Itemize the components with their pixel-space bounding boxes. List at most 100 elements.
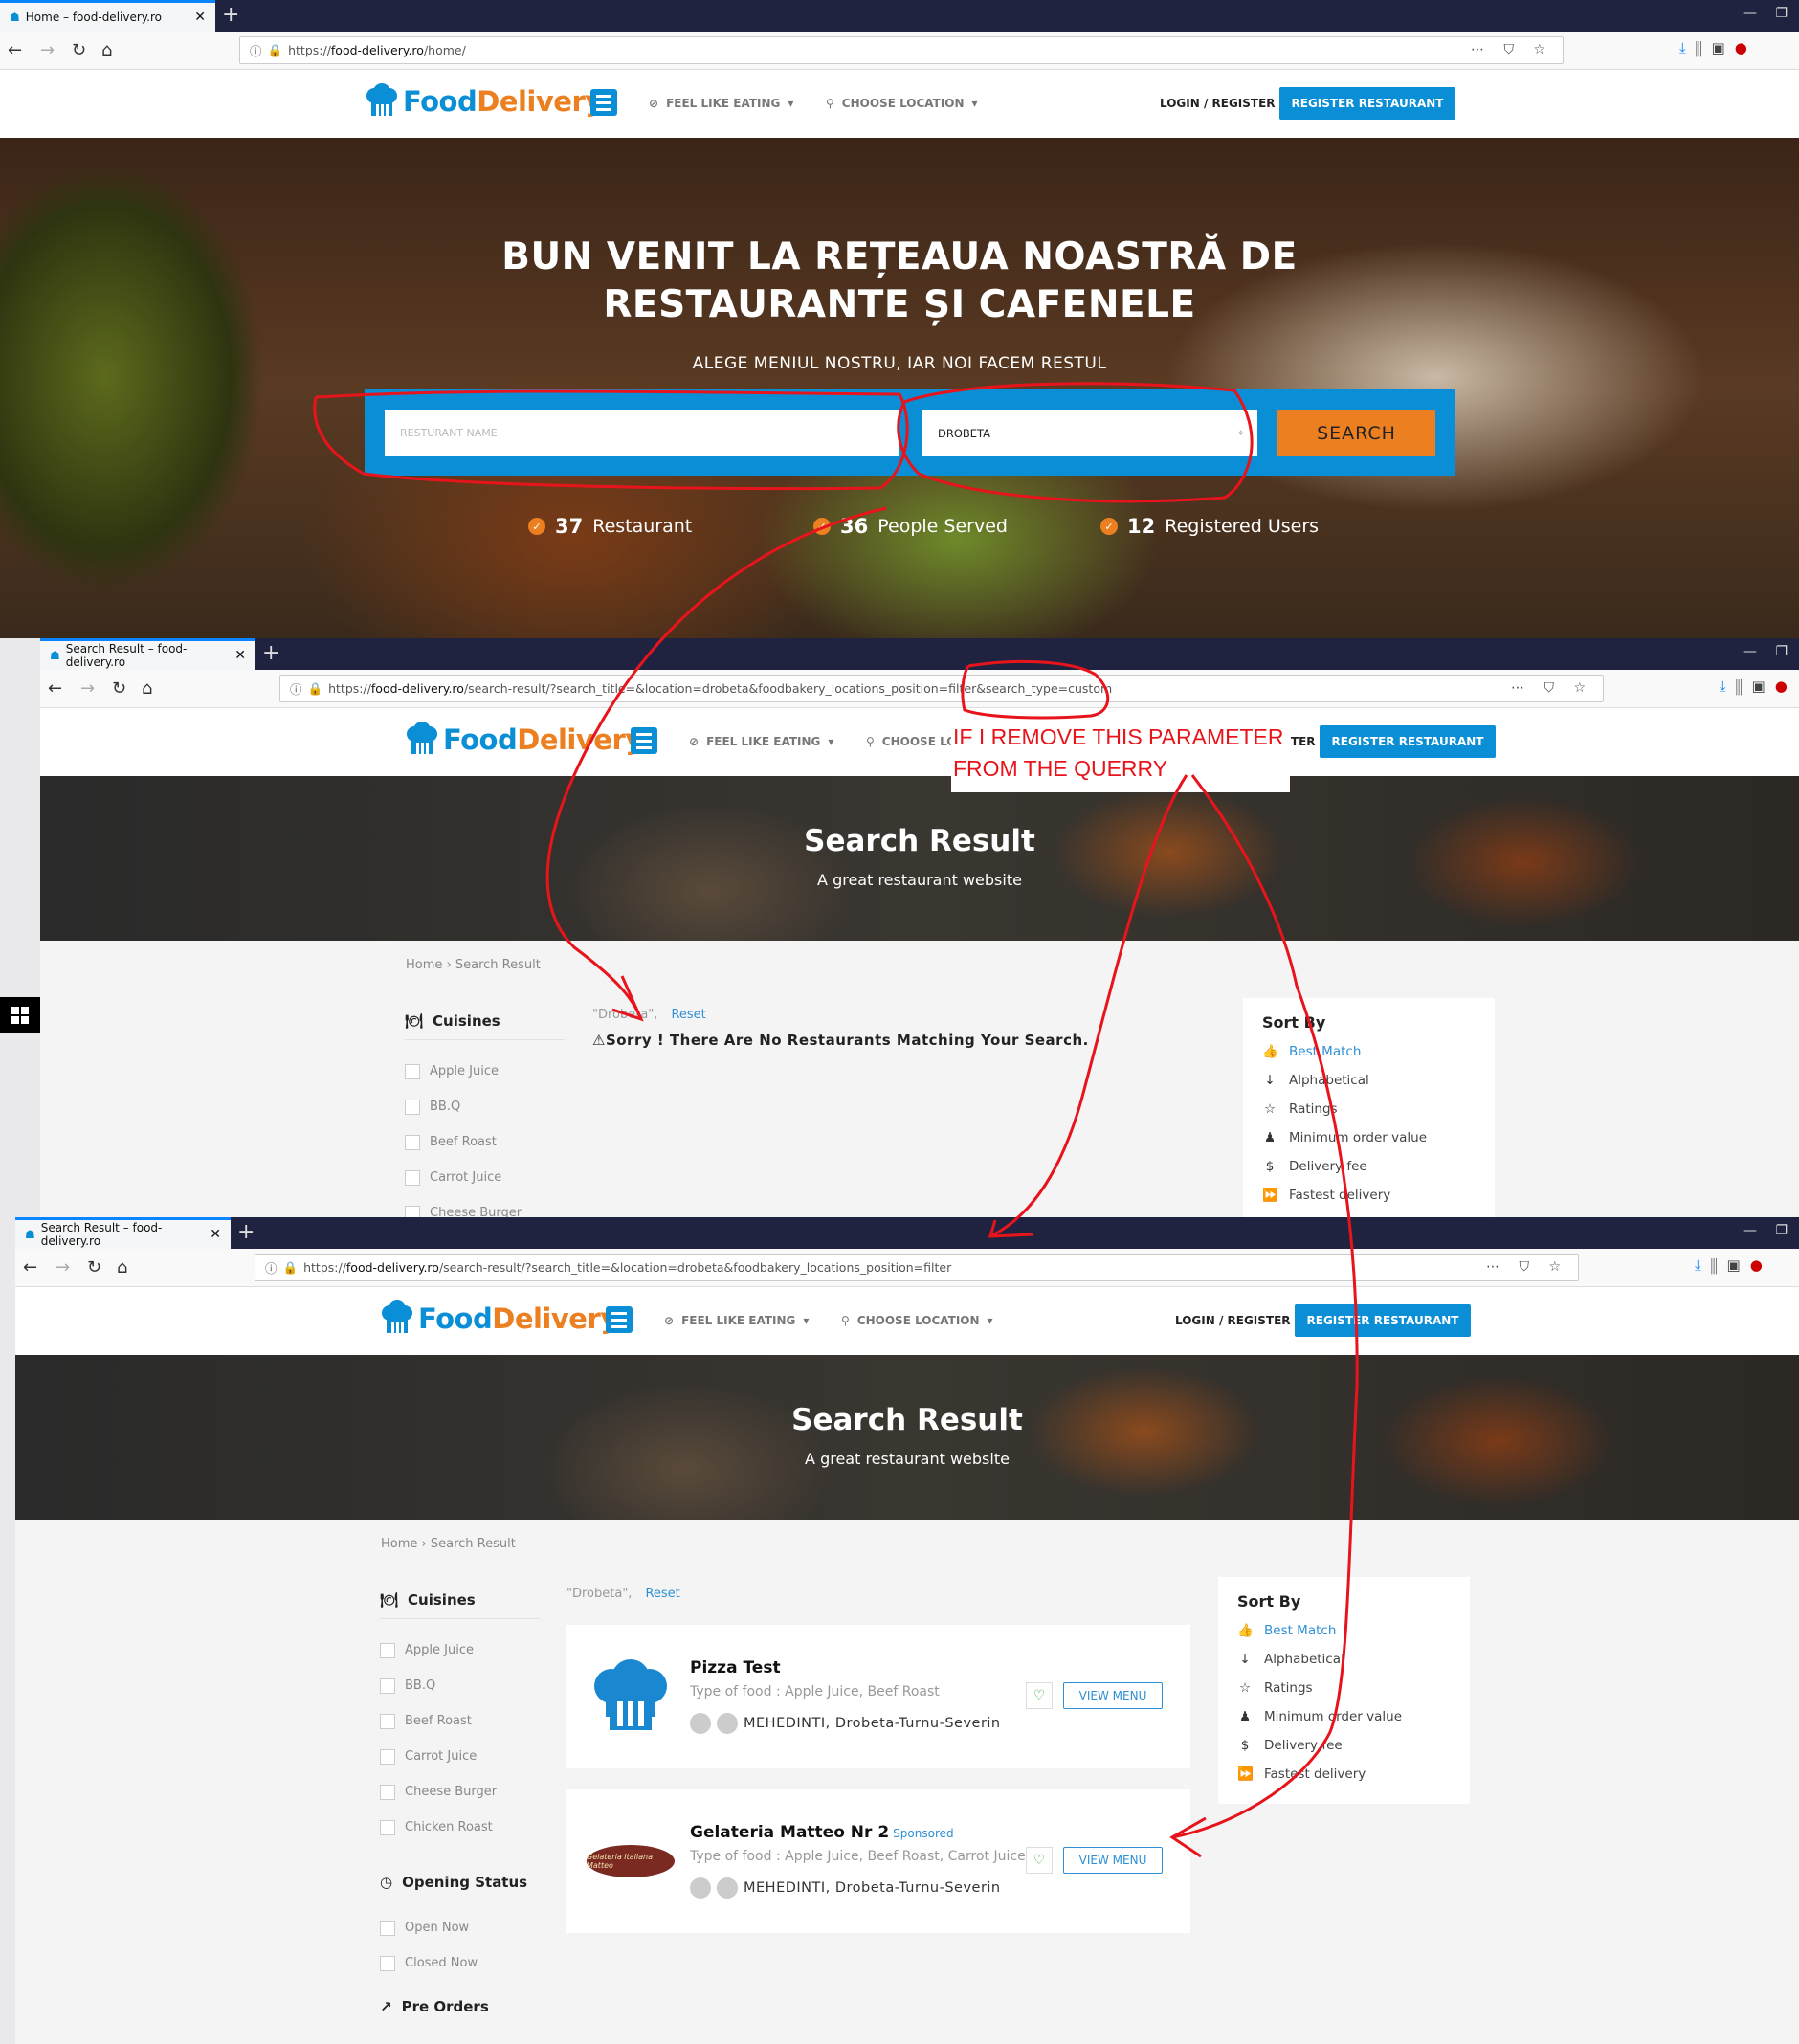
- cuisine-checkbox[interactable]: Beef Roast: [405, 1124, 565, 1160]
- download-icon[interactable]: ⤓: [1679, 39, 1696, 56]
- register-restaurant-button[interactable]: REGISTER RESTAURANT: [1295, 1304, 1471, 1337]
- library-icon[interactable]: ⫼: [1696, 39, 1712, 56]
- view-menu-button[interactable]: VIEW MENU: [1063, 1682, 1163, 1709]
- back-button[interactable]: ←: [8, 40, 22, 60]
- favorite-heart-button[interactable]: ♡: [1026, 1682, 1053, 1709]
- sort-alphabetical[interactable]: ↓ Alphabetical: [1237, 1645, 1451, 1674]
- new-tab-button[interactable]: +: [222, 3, 239, 27]
- sort-best-match[interactable]: 👍 Best Match: [1237, 1616, 1451, 1645]
- restore-button[interactable]: ❐: [1775, 644, 1788, 659]
- url-bar[interactable]: ⓘ 🔒 https://food-delivery.ro/home/ ⋯ ⛉ ☆: [239, 36, 1564, 64]
- library-icon[interactable]: ⫼: [1711, 1256, 1727, 1274]
- feel-like-eating-menu[interactable]: ⊘ FEEL LIKE EATING ▾: [664, 1314, 809, 1327]
- forward-button[interactable]: →: [56, 1257, 70, 1278]
- register-restaurant-button[interactable]: REGISTER RESTAURANT: [1279, 87, 1455, 120]
- hamburger-menu-button[interactable]: [590, 89, 617, 116]
- url-bar[interactable]: ⓘ 🔒 https://food-delivery.ro/search-result…: [279, 675, 1604, 702]
- back-button[interactable]: ←: [48, 678, 62, 699]
- reset-link[interactable]: Reset: [671, 1008, 705, 1022]
- hamburger-menu-button[interactable]: [606, 1306, 633, 1333]
- adblock-icon[interactable]: ●: [1775, 678, 1797, 695]
- sidebar-icon[interactable]: ▣: [1712, 39, 1735, 56]
- choose-location-menu[interactable]: ⚲CHOOSE LOCATION▾: [841, 1314, 993, 1327]
- feel-like-eating-menu[interactable]: ⊘ FEEL LIKE EATING ▾: [689, 735, 833, 748]
- close-tab-icon[interactable]: ✕: [194, 10, 206, 25]
- reload-button[interactable]: ↻: [72, 40, 86, 60]
- cuisine-checkbox[interactable]: Apple Juice: [380, 1633, 540, 1668]
- sort-min-order[interactable]: ♟ Minimum order value: [1262, 1123, 1476, 1152]
- breadcrumb-home[interactable]: Home: [406, 958, 442, 972]
- library-icon[interactable]: ⫼: [1736, 678, 1752, 695]
- favorite-heart-button[interactable]: ♡: [1026, 1847, 1053, 1874]
- cuisine-checkbox[interactable]: Cheese Burger: [380, 1774, 540, 1810]
- sort-ratings[interactable]: ☆ Ratings: [1237, 1674, 1451, 1702]
- site-logo[interactable]: Food Delivery: [365, 83, 603, 118]
- locate-icon[interactable]: ⌖: [1238, 426, 1244, 440]
- new-tab-button[interactable]: +: [237, 1220, 255, 1244]
- reload-button[interactable]: ↻: [87, 1257, 101, 1278]
- browser-tab[interactable]: ☗ Search Result – food-delivery.ro ✕: [15, 1217, 231, 1249]
- register-restaurant-button[interactable]: REGISTER RESTAURANT: [1320, 725, 1496, 758]
- reload-button[interactable]: ↻: [112, 678, 126, 699]
- restaurant-name[interactable]: Pizza Test: [690, 1658, 781, 1677]
- cuisine-checkbox[interactable]: BB.Q: [380, 1668, 540, 1703]
- sort-ratings[interactable]: ☆ Ratings: [1262, 1095, 1476, 1123]
- toolbar-icons[interactable]: ⤓⫼▣●: [1679, 39, 1757, 56]
- forward-button[interactable]: →: [80, 678, 95, 699]
- sort-fastest-delivery[interactable]: ⏩ Fastest delivery: [1262, 1181, 1476, 1210]
- restaurant-name-input[interactable]: RESTURANT NAME: [385, 410, 900, 456]
- cuisine-checkbox[interactable]: Chicken Roast: [380, 1810, 540, 1845]
- browser-tab[interactable]: ☗ Home – food-delivery.ro ✕: [0, 0, 215, 32]
- restaurant-name[interactable]: Gelateria Matteo Nr 2 Sponsored: [690, 1823, 954, 1842]
- view-menu-button[interactable]: VIEW MENU: [1063, 1847, 1163, 1874]
- reset-link[interactable]: Reset: [645, 1587, 679, 1601]
- page-actions-icon[interactable]: ⋯ ⛉ ☆: [1471, 42, 1553, 57]
- page-actions-icon[interactable]: ⋯ ⛉ ☆: [1511, 680, 1593, 696]
- minimize-button[interactable]: —: [1743, 1223, 1757, 1238]
- search-button[interactable]: SEARCH: [1277, 410, 1435, 456]
- breadcrumb-home[interactable]: Home: [381, 1537, 417, 1551]
- closed-now-checkbox[interactable]: Closed Now: [380, 1945, 540, 1981]
- cuisine-checkbox[interactable]: Apple Juice: [405, 1054, 565, 1089]
- adblock-icon[interactable]: ●: [1750, 1256, 1772, 1274]
- cuisine-checkbox[interactable]: Carrot Juice: [380, 1739, 540, 1774]
- home-button[interactable]: ⌂: [101, 40, 112, 60]
- restore-button[interactable]: ❐: [1775, 1223, 1788, 1238]
- url-bar[interactable]: ⓘ 🔒 https://food-delivery.ro/search-result…: [255, 1254, 1579, 1281]
- sort-delivery-fee[interactable]: $ Delivery fee: [1237, 1731, 1451, 1760]
- close-tab-icon[interactable]: ✕: [234, 648, 246, 663]
- feel-like-eating-menu[interactable]: ⊘ FEEL LIKE EATING ▾: [649, 97, 793, 110]
- new-tab-button[interactable]: +: [262, 641, 279, 665]
- cuisine-checkbox[interactable]: Beef Roast: [380, 1703, 540, 1739]
- minimize-button[interactable]: —: [1743, 644, 1757, 659]
- home-button[interactable]: ⌂: [142, 678, 152, 699]
- sort-alphabetical[interactable]: ↓ Alphabetical: [1262, 1066, 1476, 1095]
- restore-button[interactable]: ❐: [1775, 6, 1788, 21]
- choose-location-menu[interactable]: ⚲CHOOSE LOCATION▾: [826, 97, 978, 110]
- cuisine-checkbox[interactable]: BB.Q: [405, 1089, 565, 1124]
- cuisine-checkbox[interactable]: Cheese Burger: [405, 1195, 565, 1217]
- hamburger-menu-button[interactable]: [631, 727, 657, 754]
- site-logo[interactable]: Food Delivery: [405, 722, 643, 756]
- back-button[interactable]: ←: [23, 1257, 37, 1278]
- open-now-checkbox[interactable]: Open Now: [380, 1910, 540, 1945]
- adblock-icon[interactable]: ●: [1735, 39, 1757, 56]
- close-tab-icon[interactable]: ✕: [210, 1227, 221, 1242]
- toolbar-icons[interactable]: ⤓⫼▣●: [1695, 1256, 1772, 1274]
- toolbar-icons[interactable]: ⤓⫼▣●: [1720, 678, 1797, 695]
- location-input[interactable]: DROBETA ⌖: [922, 410, 1257, 456]
- cuisine-checkbox[interactable]: Carrot Juice: [405, 1160, 565, 1195]
- sort-delivery-fee[interactable]: $ Delivery fee: [1262, 1152, 1476, 1181]
- download-icon[interactable]: ⤓: [1695, 1256, 1711, 1274]
- login-register-link[interactable]: LOGIN / REGISTER: [1175, 1314, 1291, 1327]
- sort-best-match[interactable]: 👍 Best Match: [1262, 1037, 1476, 1066]
- sort-fastest-delivery[interactable]: ⏩ Fastest delivery: [1237, 1760, 1451, 1788]
- home-button[interactable]: ⌂: [117, 1257, 127, 1278]
- browser-tab[interactable]: ☗ Search Result – food-delivery.ro ✕: [40, 638, 255, 670]
- site-logo[interactable]: Food Delivery: [380, 1300, 618, 1335]
- windows-start-icon[interactable]: [0, 997, 40, 1033]
- page-actions-icon[interactable]: ⋯ ⛉ ☆: [1486, 1259, 1568, 1275]
- download-icon[interactable]: ⤓: [1720, 678, 1736, 695]
- sidebar-icon[interactable]: ▣: [1752, 678, 1775, 695]
- login-register-link[interactable]: LOGIN / REGISTER: [1160, 97, 1276, 110]
